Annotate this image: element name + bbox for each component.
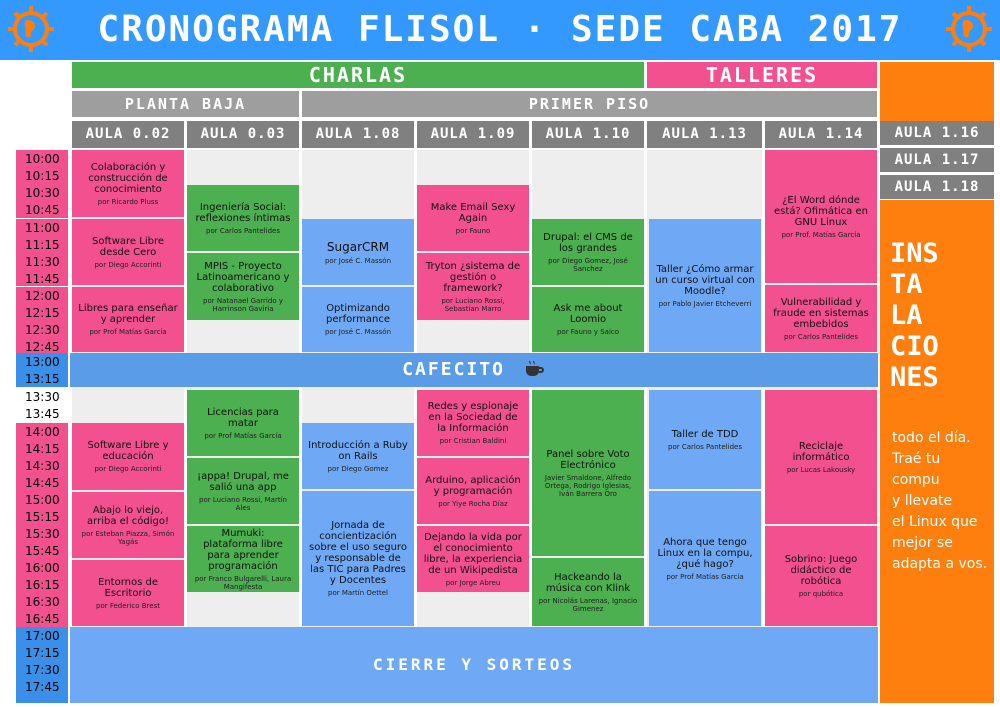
time-block: 16:00 16:15 16:30 16:45: [16, 559, 68, 627]
event-card[interactable]: Introducción a Ruby on Rails por Diego Go…: [302, 423, 414, 489]
room-header: AULA 1.14: [765, 121, 877, 148]
event-card[interactable]: Entornos de Escritorio por Federico Brest: [72, 560, 184, 626]
event-card[interactable]: Taller ¿Cómo armar un curso virtual con …: [649, 219, 761, 352]
event-card[interactable]: ¿El Word dónde está? Ofimática en GNU Li…: [765, 150, 877, 283]
room-header: AULA 1.09: [417, 121, 529, 148]
room-header: AULA 0.03: [187, 121, 299, 148]
page-title: CRONOGRAMA FLISOL · SEDE CABA 2017: [97, 9, 903, 50]
event-card[interactable]: Sobrino: Juego didáctico de robótica por …: [765, 526, 877, 626]
event-card[interactable]: Panel sobre Voto Electrónico Javier Smald…: [532, 390, 644, 556]
room-header: AULA 0.02: [72, 121, 184, 148]
time-block: 14:00 14:15 14:30 14:45: [16, 423, 68, 491]
event-card[interactable]: Ahora que tengo Linux en la compu, ¿qué …: [649, 491, 761, 626]
event-card[interactable]: Arduino, aplicación y programación por Yi…: [417, 458, 529, 524]
flisol-logo-icon: [946, 6, 992, 52]
floor-primer-piso: PRIMER PISO: [302, 91, 877, 117]
event-card[interactable]: ¡appa! Drupal, me salió una app por Lucia…: [187, 458, 299, 524]
event-card[interactable]: Make Email Sexy Again por Fauno: [417, 185, 529, 251]
event-card[interactable]: Ask me about Loomio por Fauno y Saico: [532, 287, 644, 352]
room-header: AULA 1.10: [532, 121, 644, 148]
event-card[interactable]: Optimizando performance por José C. Massó…: [302, 287, 414, 352]
time-block: 15:00 15:15 15:30 15:45: [16, 491, 68, 559]
event-card[interactable]: Software Libre desde Cero por Diego Accor…: [72, 219, 184, 285]
time-block: 10:00 10:15 10:30 10:45: [16, 150, 68, 218]
room-header: AULA 1.16: [880, 121, 994, 145]
event-card[interactable]: Colaboración y construcción de conocimie…: [72, 150, 184, 217]
event-card[interactable]: Vulnerabilidad y fraude en sistemas embe…: [765, 285, 877, 352]
installs-text: todo el día. Traé tu compu y llevate el …: [892, 430, 988, 572]
event-card[interactable]: Drupal: el CMS de los grandes por Diego G…: [532, 219, 644, 285]
event-card[interactable]: Jornada de concientización sobre el uso …: [302, 491, 414, 626]
event-card[interactable]: Taller de TDD por Carlos Pantelides: [649, 390, 761, 489]
room-header: AULA 1.17: [880, 148, 994, 172]
room-header: AULA 1.08: [302, 121, 414, 148]
break-banner: CAFECITO: [70, 353, 878, 387]
section-talleres: TALLERES: [647, 62, 877, 88]
break-label: CAFECITO: [402, 359, 505, 380]
event-card[interactable]: SugarCRM por José C. Massón: [302, 219, 414, 285]
event-card[interactable]: Abajo lo viejo, arriba el código! por Est…: [72, 492, 184, 558]
room-header: AULA 1.13: [647, 121, 762, 148]
event-card[interactable]: Libres para enseñar y aprender por Prof M…: [72, 287, 184, 352]
section-charlas: CHARLAS: [72, 62, 644, 88]
floor-planta-baja: PLANTA BAJA: [72, 91, 299, 117]
event-card[interactable]: Redes y espionaje en la Sociedad de la I…: [417, 390, 529, 456]
time-block: 12:00 12:15 12:30 12:45: [16, 287, 68, 354]
event-card[interactable]: MPIS - Proyecto Latinoamericano y colabo…: [187, 253, 299, 320]
room-header: AULA 1.18: [880, 175, 994, 199]
event-card[interactable]: Tryton ¿sistema de gestión o framework? p…: [417, 253, 529, 320]
event-card[interactable]: Mumuki: plataforma libre para aprender p…: [187, 526, 299, 592]
event-card[interactable]: Dejando la vida por el conocimiento libr…: [417, 526, 529, 592]
event-card[interactable]: Software Libre y educación por Diego Acco…: [72, 423, 184, 490]
installs-heading: INS TA LA CIO NES: [890, 238, 939, 393]
event-card[interactable]: Licencias para matar por Prof Matías Garc…: [187, 390, 299, 456]
time-block: 13:30 13:45: [16, 388, 68, 423]
time-block: 13:00 13:15: [16, 353, 68, 387]
time-block: 17:00 17:15 17:30 17:45: [16, 627, 68, 703]
coffee-cup-icon: [525, 360, 544, 376]
time-block: 11:00 11:15 11:30 11:45: [16, 219, 68, 286]
flisol-logo-icon: [8, 6, 54, 52]
event-card[interactable]: Reciclaje informático por Lucas Lakousky: [765, 390, 877, 524]
event-card[interactable]: Hackeando la música con Klink por Nicolás…: [532, 558, 644, 626]
installs-top-panel: [880, 62, 994, 122]
event-card[interactable]: Ingeniería Social: reflexiones íntimas po…: [187, 185, 299, 251]
closing-banner: CIERRE Y SORTEOS: [70, 627, 878, 703]
